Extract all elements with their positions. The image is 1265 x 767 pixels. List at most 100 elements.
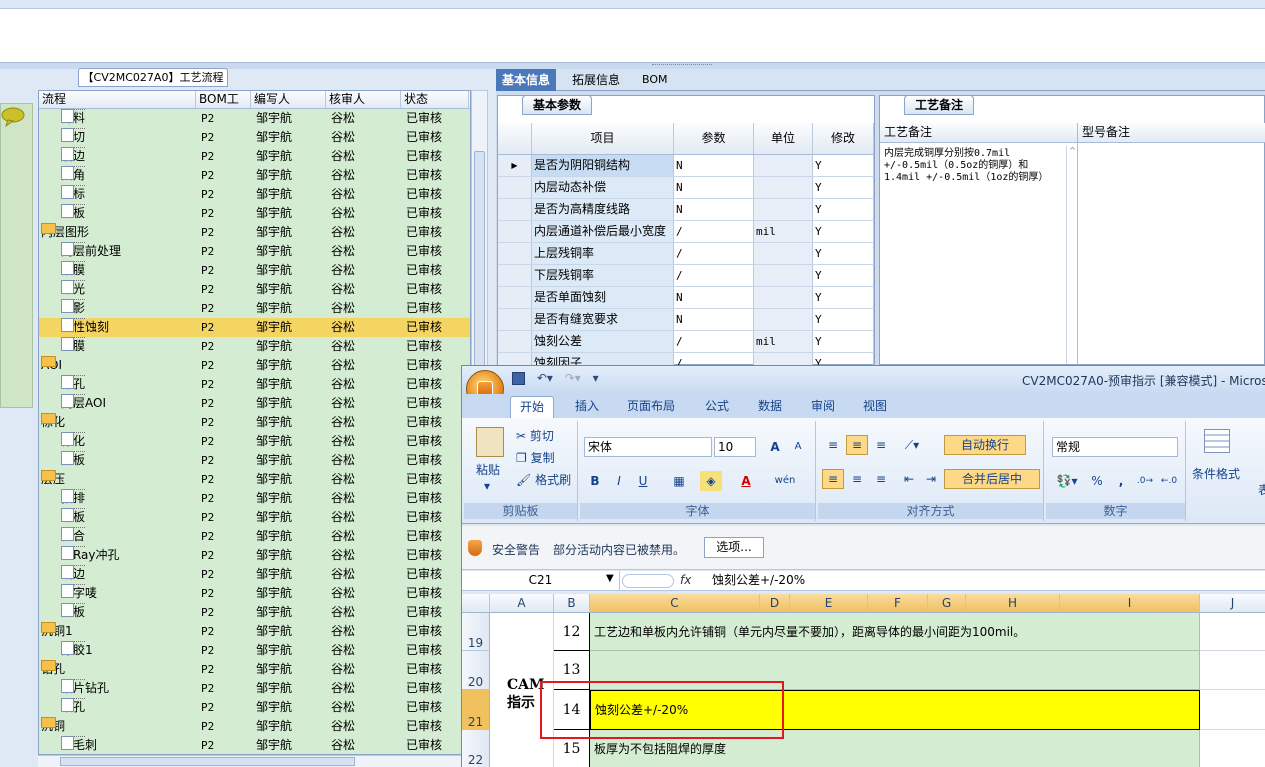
- tree-row[interactable]: 除胶1 P2 邹宇航 谷松 已审核: [39, 641, 470, 660]
- chat-bubble-icon[interactable]: [0, 106, 26, 128]
- tree-row[interactable]: 排板 P2 邹宇航 谷松 已审核: [39, 508, 470, 527]
- tree-row[interactable]: 铝片钻孔 P2 邹宇航 谷松 已审核: [39, 679, 470, 698]
- conditional-format-button[interactable]: 条件格式: [1192, 465, 1240, 482]
- paste-dropdown-icon[interactable]: ▾: [484, 479, 490, 493]
- tree-row[interactable]: 去毛刺 P2 邹宇航 谷松 已审核: [39, 736, 470, 754]
- column-header-G[interactable]: G: [928, 594, 966, 613]
- tree-row[interactable]: 开料 P2 邹宇航 谷松 已审核: [39, 109, 470, 128]
- conditional-format-icon[interactable]: [1204, 429, 1230, 453]
- paste-icon[interactable]: [476, 427, 504, 457]
- tree-row[interactable]: 裁切 P2 邹宇航 谷松 已审核: [39, 128, 470, 147]
- decrease-decimal-icon[interactable]: ←.0: [1158, 471, 1180, 491]
- row-header[interactable]: 21: [462, 690, 490, 730]
- param-modify[interactable]: Y: [813, 287, 874, 308]
- param-unit[interactable]: [754, 155, 813, 176]
- column-header-value[interactable]: 参数: [674, 123, 754, 154]
- param-unit[interactable]: mil: [754, 331, 813, 352]
- format-as-table-button[interactable]: 表格: [1258, 481, 1265, 498]
- column-header-I[interactable]: I: [1060, 594, 1200, 613]
- tree-row[interactable]: 钻孔 P2 邹宇航 谷松 已审核: [39, 698, 470, 717]
- column-header-bom[interactable]: BOM工厂: [196, 91, 251, 123]
- param-unit[interactable]: [754, 309, 813, 330]
- tree-row[interactable]: 打标 P2 邹宇航 谷松 已审核: [39, 185, 470, 204]
- cell-content[interactable]: 工艺边和单板内允许铺铜（单元内尽量不要加），距离导体的最小间距为100mil。: [590, 613, 1200, 651]
- tab-view[interactable]: 视图: [863, 396, 887, 418]
- tab-extended-info[interactable]: 拓展信息: [566, 69, 626, 91]
- fx-icon[interactable]: fx: [680, 573, 691, 587]
- customize-qat-icon[interactable]: ▾: [593, 371, 599, 385]
- tree-row[interactable]: 圆角 P2 邹宇航 谷松 已审核: [39, 166, 470, 185]
- comma-button[interactable]: ,: [1110, 471, 1132, 491]
- tree-row[interactable]: 烘板 P2 邹宇航 谷松 已审核: [39, 603, 470, 622]
- param-row[interactable]: 是否有缝宽要求 N Y: [498, 309, 874, 331]
- grow-font-button[interactable]: A: [764, 437, 786, 457]
- param-unit[interactable]: [754, 287, 813, 308]
- tree-horizontal-scrollbar[interactable]: [38, 755, 471, 767]
- column-header-reviewer[interactable]: 核审人: [326, 91, 401, 108]
- column-header-flow[interactable]: 流程: [39, 91, 196, 108]
- tab-bom[interactable]: BOM: [636, 69, 674, 91]
- column-header-unit[interactable]: 单位: [754, 123, 813, 154]
- tab-formulas[interactable]: 公式: [705, 396, 729, 418]
- tab-data[interactable]: 数据: [758, 396, 782, 418]
- tree-row[interactable]: 预排 P2 邹宇航 谷松 已审核: [39, 489, 470, 508]
- wrap-text-button[interactable]: 自动换行: [944, 435, 1026, 455]
- tab-review[interactable]: 审阅: [811, 396, 835, 418]
- name-box[interactable]: C21: [462, 571, 620, 590]
- note-scrollbar[interactable]: ^: [1066, 146, 1078, 364]
- process-notes-tab[interactable]: 工艺备注: [904, 95, 975, 115]
- tree-row[interactable]: 内层AOI P2 邹宇航 谷松 已审核: [39, 394, 470, 413]
- font-name-select[interactable]: 宋体: [584, 437, 712, 457]
- param-row[interactable]: ▶ 是否为阴阳铜结构 N Y: [498, 155, 874, 177]
- tree-row[interactable]: 磨边 P2 邹宇航 谷松 已审核: [39, 147, 470, 166]
- tree-row[interactable]: 贴膜 P2 邹宇航 谷松 已审核: [39, 261, 470, 280]
- tree-row[interactable]: 烘板 P2 邹宇航 谷松 已审核: [39, 204, 470, 223]
- param-modify[interactable]: Y: [813, 221, 874, 242]
- tree-row[interactable]: 退膜 P2 邹宇航 谷松 已审核: [39, 337, 470, 356]
- cell-j[interactable]: [1200, 651, 1265, 690]
- param-modify[interactable]: Y: [813, 199, 874, 220]
- column-header-H[interactable]: H: [966, 594, 1060, 613]
- bold-button[interactable]: B: [584, 471, 606, 491]
- param-value[interactable]: N: [674, 287, 754, 308]
- param-modify[interactable]: Y: [813, 155, 874, 176]
- tree-row[interactable]: 烘板 P2 邹宇航 谷松 已审核: [39, 451, 470, 470]
- tree-row[interactable]: 内层前处理 P2 邹宇航 谷松 已审核: [39, 242, 470, 261]
- param-value[interactable]: /: [674, 265, 754, 286]
- align-bottom-icon[interactable]: ≡: [870, 435, 892, 455]
- currency-icon[interactable]: 💱▾: [1052, 471, 1082, 491]
- align-center-icon[interactable]: ≡: [846, 469, 868, 489]
- tree-row[interactable]: −钻孔 P2 邹宇航 谷松 已审核: [39, 660, 470, 679]
- tree-row[interactable]: −AOI P2 邹宇航 谷松 已审核: [39, 356, 470, 375]
- scroll-thumb[interactable]: [60, 757, 355, 766]
- column-header-J[interactable]: J: [1200, 594, 1265, 613]
- tree-row[interactable]: X-Ray冲孔 P2 邹宇航 谷松 已审核: [39, 546, 470, 565]
- formula-bar-zoom-icon[interactable]: [622, 574, 674, 588]
- fill-color-icon[interactable]: ◈: [700, 471, 722, 491]
- param-row[interactable]: 下层残铜率 / Y: [498, 265, 874, 287]
- tab-basic-info[interactable]: 基本信息: [496, 69, 557, 91]
- font-color-button[interactable]: A: [735, 471, 757, 491]
- param-value[interactable]: /: [674, 243, 754, 264]
- column-header-writer[interactable]: 编写人: [251, 91, 326, 108]
- name-box-dropdown-icon[interactable]: ▼: [606, 573, 614, 584]
- phonetic-button[interactable]: wén: [770, 471, 800, 491]
- undo-icon[interactable]: ↶▾: [537, 371, 553, 385]
- font-size-select[interactable]: 10: [714, 437, 756, 457]
- tree-row[interactable]: −棕化 P2 邹宇航 谷松 已审核: [39, 413, 470, 432]
- param-unit[interactable]: [754, 199, 813, 220]
- param-modify[interactable]: Y: [813, 243, 874, 264]
- tab-home[interactable]: 开始: [510, 396, 555, 418]
- param-modify[interactable]: Y: [813, 331, 874, 352]
- security-options-button[interactable]: 选项...: [704, 537, 764, 558]
- tree-row[interactable]: 显影 P2 邹宇航 谷松 已审核: [39, 299, 470, 318]
- param-row[interactable]: 是否为高精度线路 N Y: [498, 199, 874, 221]
- shrink-font-button[interactable]: A: [787, 437, 809, 457]
- column-header-B[interactable]: B: [554, 594, 590, 613]
- row-header[interactable]: 22: [462, 730, 490, 767]
- cell-j[interactable]: [1200, 730, 1265, 767]
- param-value[interactable]: N: [674, 177, 754, 198]
- column-header-F[interactable]: F: [868, 594, 928, 613]
- process-note-text[interactable]: 内层完成铜厚分别按0.7mil +/-0.5mil（0.5oz的铜厚）和1.4m…: [884, 148, 1064, 184]
- align-top-icon[interactable]: ≡: [822, 435, 844, 455]
